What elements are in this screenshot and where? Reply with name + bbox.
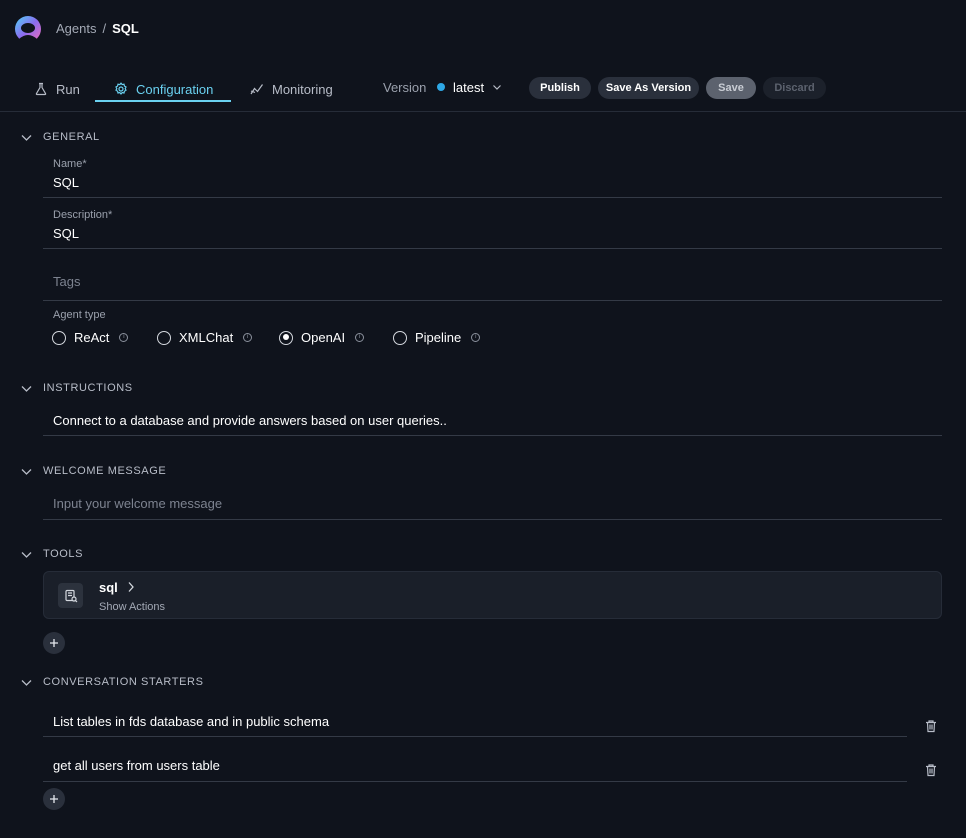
top-bar: Agents / SQL Run Configuration Monitorin… [0,0,966,112]
chevron-down-icon [493,85,502,90]
starter-input-1[interactable]: List tables in fds database and in publi… [53,714,329,729]
radio-xmlchat[interactable]: XMLChat i [157,330,253,345]
database-tool-icon [58,583,83,608]
starter-underline-2 [43,781,907,782]
radio-openai-label: OpenAI [301,330,346,345]
welcome-underline [43,519,942,520]
tab-monitoring-label: Monitoring [272,81,333,97]
tab-monitoring[interactable]: Monitoring [250,78,333,100]
instructions-input[interactable]: Connect to a database and provide answer… [53,413,447,428]
radio-pipeline[interactable]: Pipeline i [393,330,481,345]
breadcrumb: Agents / SQL [56,21,139,36]
tags-underline [43,300,942,301]
starter-underline-1 [43,736,907,737]
welcome-message-input[interactable]: Input your welcome message [53,496,222,511]
chevron-down-icon [21,679,32,686]
section-tools-title: TOOLS [43,548,84,560]
description-underline [43,248,942,249]
section-tools-toggle[interactable]: TOOLS [20,546,83,562]
radio-pipeline-label: Pipeline [415,330,462,345]
radio-pipeline-circle[interactable] [393,330,407,345]
flask-icon [35,82,47,96]
name-label: Name* [53,158,87,170]
name-underline [43,197,942,198]
tags-input[interactable]: Tags [53,274,80,289]
info-icon[interactable]: i [471,333,481,342]
tab-run[interactable]: Run [34,78,80,100]
breadcrumb-current: SQL [112,21,139,36]
radio-react[interactable]: ReAct i [52,330,129,345]
instructions-underline [43,435,942,436]
tab-configuration-label: Configuration [136,81,214,97]
active-tab-indicator [95,100,231,102]
gear-icon [115,82,127,95]
section-instructions-title: INSTRUCTIONS [43,382,133,394]
section-general-title: GENERAL [43,131,100,143]
tab-configuration[interactable]: Configuration [114,78,213,100]
starter-input-2[interactable]: get all users from users table [53,758,220,773]
tool-card-sql[interactable]: sql Show Actions [43,571,942,619]
section-instructions-toggle[interactable]: INSTRUCTIONS [20,380,133,396]
version-select[interactable]: latest [437,78,502,96]
app-logo-icon[interactable] [13,15,43,45]
chevron-down-icon [21,134,32,141]
radio-openai-circle[interactable] [279,330,293,345]
discard-button[interactable]: Discard [763,77,826,99]
radio-react-label: ReAct [74,330,110,345]
version-status-dot [437,83,445,91]
tab-run-label: Run [56,81,80,97]
section-general-toggle[interactable]: GENERAL [20,129,100,145]
tool-name: sql [99,580,118,595]
info-icon[interactable]: i [243,333,253,342]
section-welcome-toggle[interactable]: WELCOME MESSAGE [20,463,166,479]
breadcrumb-agents[interactable]: Agents [56,21,96,36]
section-welcome-title: WELCOME MESSAGE [43,465,167,477]
name-input[interactable]: SQL [53,175,79,190]
plus-icon [50,639,58,647]
radio-react-circle[interactable] [52,330,66,345]
trash-icon[interactable] [924,719,938,733]
radio-xmlchat-label: XMLChat [179,330,234,345]
chart-line-icon [250,84,263,95]
trash-icon[interactable] [924,763,938,777]
chevron-down-icon [21,468,32,475]
radio-xmlchat-circle[interactable] [157,330,171,345]
chevron-right-icon[interactable] [126,580,136,594]
info-icon[interactable]: i [355,333,365,342]
publish-button[interactable]: Publish [529,77,591,99]
section-starters-title: CONVERSATION STARTERS [43,676,204,688]
add-starter-button[interactable] [43,788,65,810]
info-icon[interactable]: i [119,333,129,342]
save-as-version-button[interactable]: Save As Version [598,77,699,99]
version-label: Version [383,80,427,95]
chevron-down-icon [21,385,32,392]
chevron-down-icon [21,551,32,558]
radio-openai[interactable]: OpenAI i [279,330,365,345]
save-button[interactable]: Save [706,77,756,99]
add-tool-button[interactable] [43,632,65,654]
breadcrumb-separator: / [102,21,107,36]
description-input[interactable]: SQL [53,226,79,241]
section-starters-toggle[interactable]: CONVERSATION STARTERS [20,674,204,690]
agent-type-label: Agent type [53,309,106,321]
show-actions-link[interactable]: Show Actions [99,601,165,613]
version-value: latest [453,79,485,95]
plus-icon [50,795,58,803]
description-label: Description* [53,209,113,221]
